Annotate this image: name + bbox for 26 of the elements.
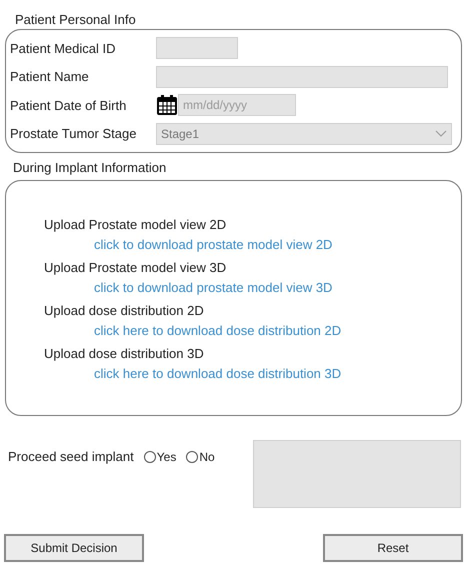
upload-label: Upload Prostate model view 2D [44,216,228,234]
download-link[interactable]: click here to download dose distribution 2D [94,321,342,341]
download-link[interactable]: click to download prostate model view 2D [94,235,332,255]
reset-button[interactable]: Reset [323,534,463,562]
stage-dropdown[interactable]: Stage1 [156,122,452,145]
field-label: Patient Date of Birth [10,96,128,114]
upload-label: Upload Prostate model view 3D [44,259,228,277]
decision-label: Proceed seed implant [8,448,134,466]
chevron-down-icon [435,130,447,138]
field-label: Patient Medical ID [10,40,116,58]
radio-option[interactable]: No [186,448,215,466]
upload-label: Upload dose distribution 2D [44,302,205,320]
download-link[interactable]: click to download prostate model view 3D [94,278,332,298]
radio-option[interactable]: Yes [144,448,176,466]
upload-label: Upload dose distribution 3D [44,345,205,363]
date-field[interactable]: mm/dd/yyyy [178,94,296,116]
section-title: Patient Personal Info [15,12,137,28]
text-field[interactable] [156,66,448,88]
calendar-icon [156,95,178,116]
field-label: Prostate Tumor Stage [10,125,138,143]
comment-field[interactable] [253,440,461,508]
submit-button[interactable]: Submit Decision [4,534,144,562]
download-link[interactable]: click here to download dose distribution 3D [94,364,342,384]
section-title: During Implant Information [13,159,168,177]
text-field[interactable] [156,37,238,60]
field-label: Patient Name [10,68,90,86]
